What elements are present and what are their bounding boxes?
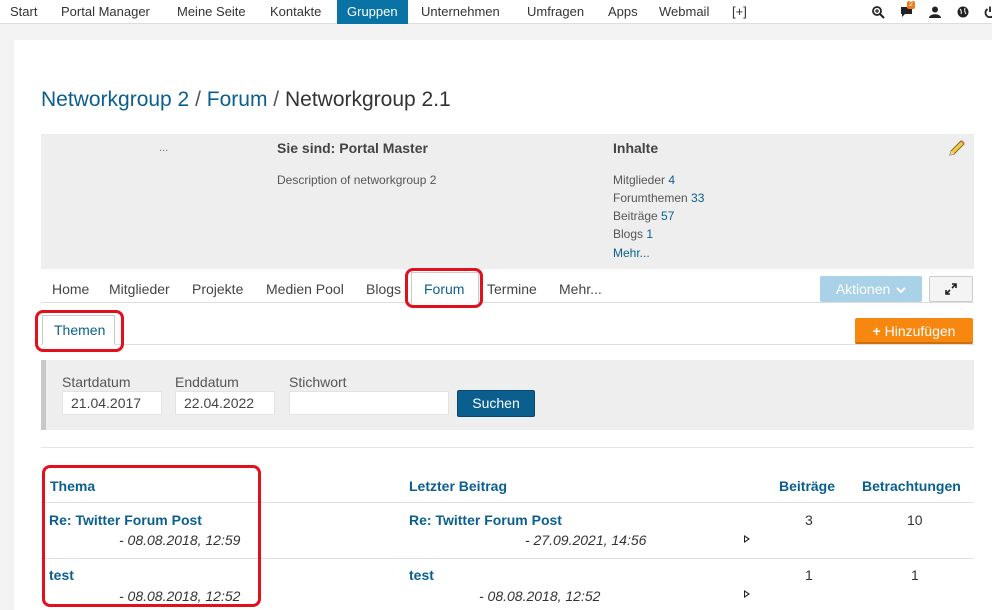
subtab-divider: [41, 344, 974, 345]
stat-label: Forumthemen: [613, 191, 688, 205]
add-label: Hinzufügen: [884, 323, 956, 339]
last-post-link[interactable]: Re: Twitter Forum Post: [409, 512, 562, 528]
actions-label: Aktionen: [835, 281, 891, 297]
stat-blogs: Blogs 1: [613, 227, 653, 241]
globe-icon[interactable]: [955, 4, 971, 20]
keyword-label: Stichwort: [289, 374, 347, 390]
top-navigation: Start Portal Manager Meine Seite Kontakt…: [0, 0, 992, 24]
start-date-input[interactable]: 21.04.2017: [62, 391, 162, 415]
end-date-label: Enddatum: [175, 374, 239, 390]
group-info-panel: [41, 134, 974, 269]
topic-link[interactable]: test: [49, 567, 74, 583]
topic-date: - 08.08.2018, 12:59: [119, 532, 241, 548]
expand-button[interactable]: [929, 276, 973, 302]
expand-icon: [945, 283, 957, 295]
search-button[interactable]: Suchen: [457, 390, 535, 417]
breadcrumb-forum[interactable]: Forum: [207, 88, 268, 111]
user-icon[interactable]: [927, 4, 943, 20]
stat-value[interactable]: 4: [668, 173, 675, 187]
view-count: 10: [907, 512, 923, 528]
view-count: 1: [911, 567, 919, 583]
topics-table: [41, 447, 974, 610]
chat-icon[interactable]: 2: [898, 1, 915, 20]
column-header-beitraege[interactable]: Beiträge: [779, 478, 835, 494]
last-post-date: - 27.09.2021, 14:56: [525, 532, 647, 548]
breadcrumb-separator: /: [267, 88, 285, 111]
post-count: 1: [805, 567, 813, 583]
tab-forum[interactable]: Forum: [424, 281, 464, 297]
post-count: 3: [805, 512, 813, 528]
nav-gruppen[interactable]: Gruppen: [337, 0, 408, 24]
column-header-betrachtungen[interactable]: Betrachtungen: [862, 478, 961, 494]
nav-add[interactable]: [+]: [722, 0, 757, 24]
row-divider: [41, 558, 974, 559]
role-label: Sie sind: Portal Master: [277, 140, 428, 156]
column-header-thema[interactable]: Thema: [50, 478, 95, 494]
start-date-label: Startdatum: [62, 374, 131, 390]
nav-meine-seite[interactable]: Meine Seite: [167, 0, 256, 24]
content-title: Inhalte: [613, 140, 659, 156]
column-header-letzter-beitrag[interactable]: Letzter Beitrag: [409, 478, 507, 494]
group-description: Description of networkgroup 2: [277, 173, 437, 187]
tab-medien-pool[interactable]: Medien Pool: [266, 281, 344, 297]
tab-mehr[interactable]: Mehr...: [559, 281, 602, 297]
stat-label: Mitglieder: [613, 173, 666, 187]
keyword-input[interactable]: [289, 391, 449, 415]
page-title: Networkgroup 2 / Forum / Networkgroup 2.…: [41, 88, 451, 112]
tab-projekte[interactable]: Projekte: [192, 281, 243, 297]
stat-value[interactable]: 57: [661, 209, 674, 223]
subtab-themen[interactable]: Themen: [54, 322, 105, 338]
actions-button[interactable]: Aktionen: [820, 276, 922, 302]
topic-link[interactable]: Re: Twitter Forum Post: [49, 512, 202, 528]
nav-portal-manager[interactable]: Portal Manager: [51, 0, 160, 24]
nav-umfragen[interactable]: Umfragen: [517, 0, 594, 24]
more-link[interactable]: Mehr...: [613, 246, 650, 260]
stat-value[interactable]: 33: [691, 191, 704, 205]
topic-date: - 08.08.2018, 12:52: [119, 588, 241, 604]
breadcrumb-current: Networkgroup 2.1: [284, 88, 451, 111]
stat-posts: Beiträge 57: [613, 209, 674, 223]
nav-unternehmen[interactable]: Unternehmen: [411, 0, 510, 24]
tab-mitglieder[interactable]: Mitglieder: [109, 281, 170, 297]
breadcrumb-separator: /: [189, 88, 207, 111]
stat-label: Beiträge: [613, 209, 658, 223]
nav-start[interactable]: Start: [0, 0, 47, 24]
stat-members: Mitglieder 4: [613, 173, 675, 187]
last-post-date: - 08.08.2018, 12:52: [479, 588, 601, 604]
tab-termine[interactable]: Termine: [487, 281, 537, 297]
last-post-link[interactable]: test: [409, 567, 434, 583]
header-divider: [41, 502, 974, 503]
notification-badge: 2: [907, 1, 915, 9]
go-to-post-icon[interactable]: [744, 535, 750, 543]
stat-label: Blogs: [613, 227, 644, 241]
group-image-placeholder: ...: [159, 142, 169, 154]
add-button[interactable]: + Hinzufügen: [855, 318, 973, 344]
tab-blogs[interactable]: Blogs: [366, 281, 401, 297]
breadcrumb-networkgroup-2[interactable]: Networkgroup 2: [41, 88, 189, 111]
nav-apps[interactable]: Apps: [598, 0, 648, 24]
nav-webmail[interactable]: Webmail: [649, 0, 719, 24]
plus-icon: +: [872, 323, 881, 339]
nav-kontakte[interactable]: Kontakte: [260, 0, 331, 24]
stat-value[interactable]: 1: [646, 227, 653, 241]
pencil-icon[interactable]: [947, 138, 967, 158]
power-icon[interactable]: [982, 4, 992, 20]
chevron-down-icon: [896, 287, 906, 294]
go-to-post-icon[interactable]: [744, 590, 750, 598]
stat-forum-topics: Forumthemen 33: [613, 191, 704, 205]
zoom-icon[interactable]: [870, 4, 886, 20]
end-date-input[interactable]: 22.04.2022: [175, 391, 275, 415]
tab-home[interactable]: Home: [52, 281, 89, 297]
